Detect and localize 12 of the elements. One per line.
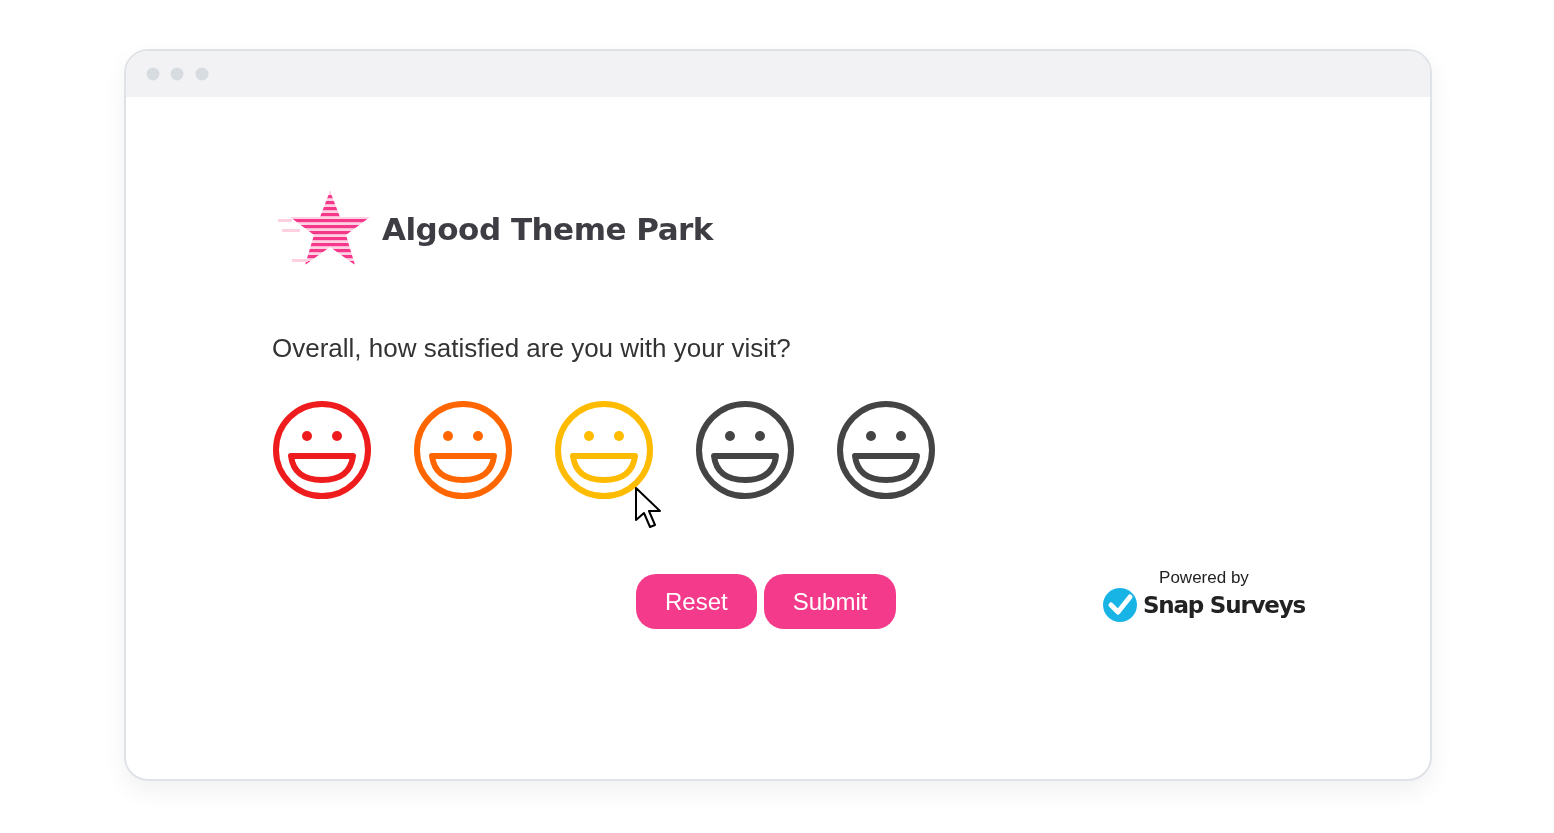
snap-surveys-logo-text: Snap Surveys [1142,592,1305,618]
submit-button[interactable]: Submit [763,574,897,629]
checkmark-icon [1102,588,1137,622]
powered-by-label: Powered by [1159,568,1249,588]
mouse-pointer-icon [634,486,662,530]
reset-button[interactable]: Reset [636,574,757,629]
brand-name: Algood Theme Park [382,211,713,247]
question-text: Overall, how satisfied are you with your visit? [272,333,792,364]
smiley-face-icon[interactable] [695,400,795,500]
smiley-face-icon[interactable] [272,400,372,500]
smiley-face-icon[interactable] [836,400,936,500]
window-dots-icon [146,67,210,81]
